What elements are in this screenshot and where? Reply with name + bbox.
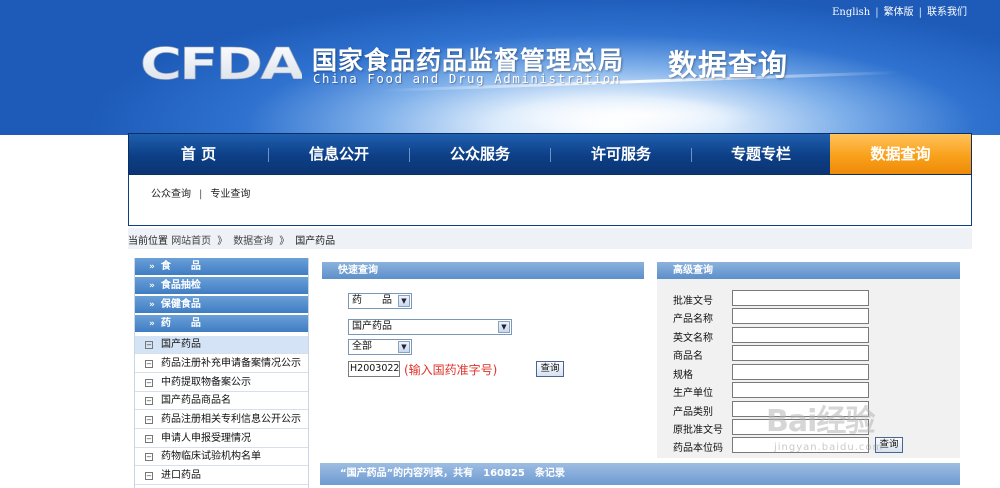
nav-permit-service[interactable]: 许可服务 (551, 134, 691, 174)
label-english-name: 英文名称 (673, 333, 713, 344)
collapse-box-icon: − (145, 360, 153, 368)
label-manufacturer: 生产单位 (673, 388, 713, 399)
breadcrumb-home[interactable]: 网站首页 (171, 236, 211, 247)
collapse-box-icon: − (145, 416, 153, 424)
watermark-brand: Bai经验 (766, 404, 875, 439)
agency-english-title: China Food and Drug Administration (313, 71, 622, 86)
top-links: English | 繁体版 | 联系我们 (832, 7, 967, 18)
site-header: English | 繁体版 | 联系我们 CFDA 国家食品药品监督管理总局 China… (0, 0, 1000, 135)
chevron-down-icon: ▼ (398, 341, 410, 353)
field-select[interactable]: 全部 ▼ (348, 339, 412, 355)
sidebar-category-food[interactable]: » 食 品 (135, 258, 308, 276)
sidebar-item-imported-drugs[interactable]: − 进口药品 (135, 467, 308, 485)
logo-text: CFDA (140, 43, 302, 83)
header-glow (500, 95, 760, 135)
nav-public-service[interactable]: 公众服务 (410, 134, 550, 174)
breadcrumb-bar: 当前位置 网站首页》数据查询》国产药品 (128, 228, 972, 249)
search-input[interactable]: H20030228 (348, 361, 400, 377)
breadcrumb-data-query[interactable]: 数据查询 (233, 236, 273, 247)
category-select[interactable]: 药 品 ▼ (348, 293, 412, 309)
sidebar-category-health-food[interactable]: » 保健食品 (135, 296, 308, 314)
label-approval-number: 批准文号 (673, 296, 713, 307)
collapse-box-icon: − (145, 379, 153, 387)
baidu-jingyan-watermark: Bai经验 jingyan.baidu.com (756, 396, 916, 466)
specification-input[interactable] (732, 364, 869, 380)
collapse-box-icon: − (145, 341, 153, 349)
sidebar-item-domestic-drugs[interactable]: − 国产药品 (135, 336, 308, 354)
chevron-down-icon: ▼ (398, 295, 410, 307)
label-product-category: 产品类别 (673, 407, 713, 418)
result-count-bar: “国产药品”的内容列表，共有 160825 条记录 (320, 463, 960, 485)
sidebar-item-domestic-trade-names[interactable]: − 国产药品商品名 (135, 392, 308, 410)
trade-name-input[interactable] (732, 345, 869, 361)
sidebar-item-supplementary-filing[interactable]: − 药品注册补充申请备案情况公示 (135, 355, 308, 373)
subnav-professional-query[interactable]: 专业查询 (210, 189, 250, 200)
search-hint: (输入国药准字号) (404, 363, 498, 377)
chevron-down-icon: ▼ (498, 321, 510, 333)
subnav-public-query[interactable]: 公众查询 (151, 189, 191, 200)
sidebar: » 食 品 » 食品抽检 » 保健食品 » 药 品 − 国产药品 − 药品注册补充申请备案情… (134, 258, 309, 488)
label-trade-name: 商品名 (673, 351, 703, 362)
english-name-input[interactable] (732, 327, 869, 343)
breadcrumb-current: 国产药品 (295, 236, 336, 247)
collapse-box-icon: − (145, 453, 153, 461)
watermark-url: jingyan.baidu.com (774, 442, 884, 453)
sidebar-category-drugs[interactable]: » 药 品 (135, 315, 308, 333)
advanced-search-title: 高级查询 (657, 262, 960, 279)
breadcrumb: 当前位置 网站首页》数据查询》国产药品 (128, 236, 336, 247)
contact-link[interactable]: 联系我们 (927, 7, 967, 18)
data-query-title: 数据查询 (668, 48, 789, 82)
database-select[interactable]: 国产药品 ▼ (348, 319, 512, 335)
traditional-chinese-link[interactable]: 繁体版 (884, 7, 914, 18)
collapse-box-icon: − (145, 435, 153, 443)
main-nav: 首 页 信息公开 公众服务 许可服务 专题专栏 数据查询 (128, 133, 972, 175)
collapse-box-icon: − (145, 397, 153, 405)
label-specification: 规格 (673, 370, 693, 381)
nav-info-disclosure[interactable]: 信息公开 (269, 134, 409, 174)
sidebar-item-applicant-status[interactable]: − 申请人申报受理情况 (135, 430, 308, 448)
breadcrumb-prefix: 当前位置 (128, 236, 168, 247)
cfda-logo: CFDA (140, 43, 302, 83)
approval-number-input[interactable] (732, 290, 869, 306)
label-product-name: 产品名称 (673, 314, 713, 325)
label-drug-code: 药品本位码 (673, 443, 723, 454)
nav-special-topics[interactable]: 专题专栏 (692, 134, 830, 174)
quick-search-button[interactable]: 查询 (536, 361, 564, 377)
collapse-box-icon: − (145, 472, 153, 480)
sub-nav: 公众查询 | 专业查询 (128, 175, 972, 226)
nav-home[interactable]: 首 页 (129, 134, 268, 174)
product-name-input[interactable] (732, 308, 869, 324)
quick-search-title: 快速查询 (322, 262, 644, 279)
sidebar-item-patent-info[interactable]: − 药品注册相关专利信息公开公示 (135, 411, 308, 429)
quick-search-panel: 快速查询 药 品 ▼ 国产药品 ▼ 全部 ▼ H20030228 (输入国药准字… (322, 262, 644, 458)
sidebar-category-food-sampling[interactable]: » 食品抽检 (135, 277, 308, 295)
sidebar-item-tcm-extract[interactable]: − 中药提取物备案公示 (135, 374, 308, 392)
english-link[interactable]: English (832, 7, 870, 18)
label-original-approval-number: 原批准文号 (673, 425, 723, 436)
nav-data-query[interactable]: 数据查询 (830, 134, 971, 174)
sidebar-item-clinical-institutions[interactable]: − 药物临床试验机构名单 (135, 448, 308, 466)
